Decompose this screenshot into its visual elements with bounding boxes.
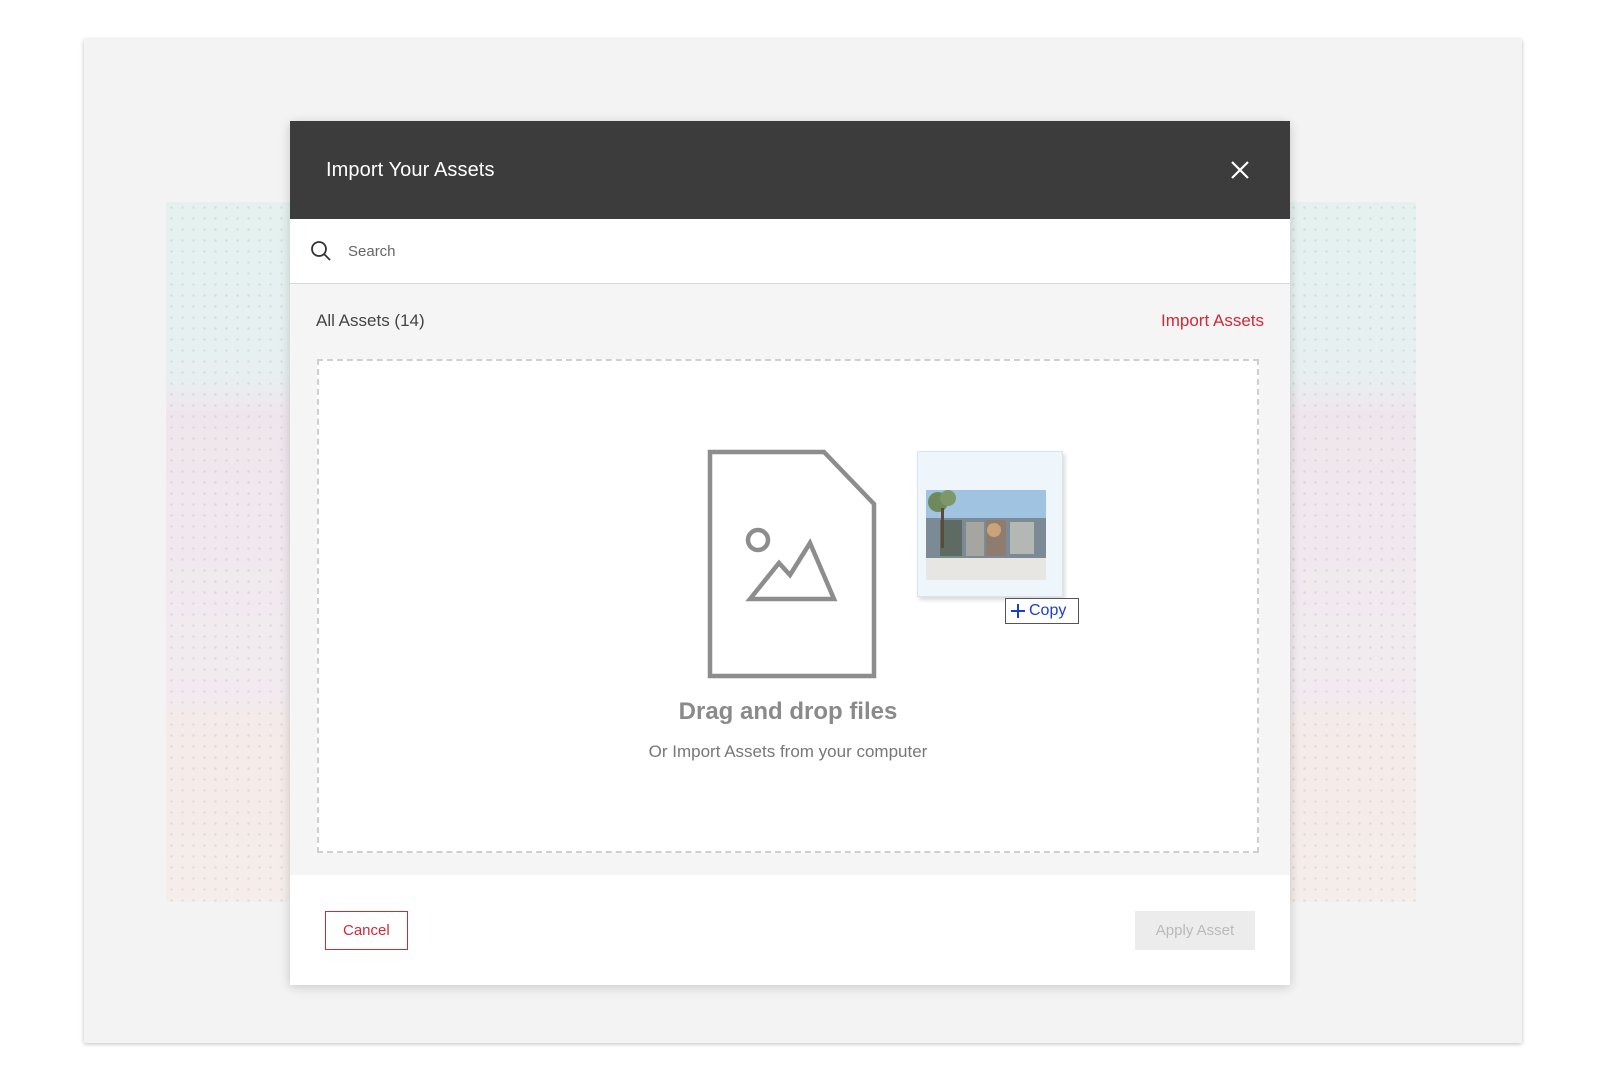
assets-count-label: All Assets (14) <box>316 311 425 330</box>
cancel-button[interactable]: Cancel <box>325 911 408 950</box>
dialog-header: Import Your Assets <box>290 121 1290 219</box>
plus-icon <box>1011 604 1025 618</box>
dialog-footer: Cancel Apply Asset <box>290 875 1290 986</box>
drop-zone-title: Drag and drop files <box>678 698 898 725</box>
assets-panel: All Assets (14) Import Assets Copy Drag … <box>290 284 1290 875</box>
apply-asset-button[interactable]: Apply Asset <box>1135 911 1255 950</box>
assets-bar: All Assets (14) Import Assets <box>290 284 1290 358</box>
close-button[interactable] <box>1226 156 1254 184</box>
import-assets-dialog: Import Your Assets All Assets (14) Impor… <box>290 121 1290 985</box>
dragged-file-preview <box>917 451 1063 597</box>
mural-thumbnail <box>926 490 1046 580</box>
drop-zone-subtitle: Or Import Assets from your computer <box>648 742 928 761</box>
image-file-icon <box>707 449 877 679</box>
close-icon <box>1231 161 1249 179</box>
dialog-title: Import Your Assets <box>326 158 495 181</box>
import-assets-link[interactable]: Import Assets <box>1161 311 1264 331</box>
copy-label: Copy <box>1029 602 1067 619</box>
copy-badge: Copy <box>1005 598 1079 624</box>
search-bar <box>290 219 1290 284</box>
search-input[interactable] <box>346 241 1270 261</box>
drop-zone[interactable]: Copy Drag and drop files Or Import Asset… <box>317 359 1259 853</box>
search-icon <box>310 240 332 262</box>
